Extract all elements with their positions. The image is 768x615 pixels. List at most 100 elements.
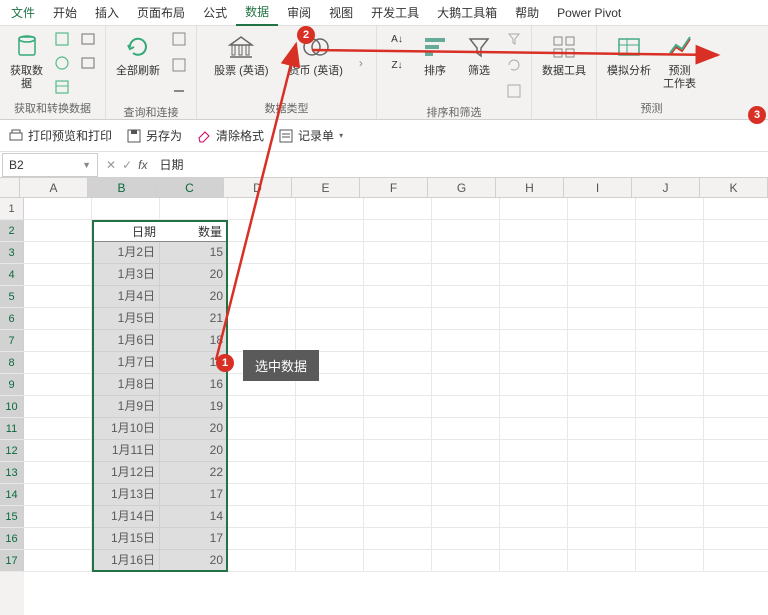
row-header[interactable]: 3	[0, 242, 24, 264]
cell[interactable]	[228, 550, 296, 572]
menu-插入[interactable]: 插入	[86, 0, 128, 25]
cell[interactable]	[364, 264, 432, 286]
col-header-B[interactable]: B	[88, 178, 156, 197]
cell[interactable]: 15	[160, 242, 228, 264]
cell[interactable]: 20	[160, 264, 228, 286]
get-data-button[interactable]: 获取数据	[6, 28, 47, 94]
cell[interactable]	[704, 484, 768, 506]
cell[interactable]	[432, 264, 500, 286]
cell[interactable]	[500, 418, 568, 440]
cell[interactable]	[432, 484, 500, 506]
cell[interactable]	[296, 286, 364, 308]
cell[interactable]: 1月6日	[92, 330, 160, 352]
cell[interactable]	[704, 264, 768, 286]
cell[interactable]	[568, 330, 636, 352]
cell[interactable]	[24, 440, 92, 462]
cell[interactable]	[296, 308, 364, 330]
currency-button[interactable]: 货币 (英语)	[285, 28, 347, 81]
cell[interactable]	[636, 264, 704, 286]
cell[interactable]	[636, 506, 704, 528]
cell[interactable]	[432, 198, 500, 220]
cell[interactable]	[704, 396, 768, 418]
reapply-icon[interactable]	[503, 54, 525, 76]
cell[interactable]	[636, 286, 704, 308]
cell[interactable]	[704, 352, 768, 374]
cell[interactable]	[568, 396, 636, 418]
cell[interactable]	[636, 462, 704, 484]
row-header[interactable]: 16	[0, 528, 24, 550]
filter-button[interactable]: 筛选	[459, 28, 499, 81]
cell[interactable]: 20	[160, 286, 228, 308]
cell[interactable]	[500, 440, 568, 462]
advanced-icon[interactable]	[503, 80, 525, 102]
cell[interactable]	[24, 242, 92, 264]
clear-format-button[interactable]: 清除格式	[196, 127, 264, 144]
cell[interactable]	[296, 506, 364, 528]
cell[interactable]	[296, 462, 364, 484]
refresh-all-button[interactable]: 全部刷新	[112, 28, 164, 81]
cell[interactable]	[500, 264, 568, 286]
cell[interactable]	[296, 330, 364, 352]
cell[interactable]	[160, 198, 228, 220]
cell[interactable]	[364, 220, 432, 242]
cell[interactable]	[432, 352, 500, 374]
cell[interactable]	[24, 330, 92, 352]
menu-大鹅工具箱[interactable]: 大鹅工具箱	[428, 0, 506, 25]
cell[interactable]: 日期	[92, 220, 160, 242]
cell[interactable]	[432, 506, 500, 528]
col-header-K[interactable]: K	[700, 178, 768, 197]
row-header[interactable]: 12	[0, 440, 24, 462]
cell[interactable]	[92, 198, 160, 220]
cell[interactable]	[636, 418, 704, 440]
cell[interactable]	[228, 484, 296, 506]
cell[interactable]	[568, 440, 636, 462]
cell[interactable]: 1月4日	[92, 286, 160, 308]
cell[interactable]	[228, 528, 296, 550]
properties-icon[interactable]	[168, 54, 190, 76]
cell[interactable]	[228, 220, 296, 242]
col-header-I[interactable]: I	[564, 178, 632, 197]
menu-公式[interactable]: 公式	[194, 0, 236, 25]
cell[interactable]	[24, 462, 92, 484]
cell[interactable]	[704, 440, 768, 462]
cell[interactable]	[296, 220, 364, 242]
cell[interactable]	[568, 506, 636, 528]
cell[interactable]	[228, 242, 296, 264]
cell[interactable]: 19	[160, 396, 228, 418]
cell[interactable]	[568, 264, 636, 286]
edit-links-icon[interactable]	[168, 80, 190, 102]
cell[interactable]	[500, 396, 568, 418]
cell[interactable]	[24, 550, 92, 572]
cell[interactable]	[364, 286, 432, 308]
select-all-corner[interactable]	[0, 178, 20, 197]
cell[interactable]	[364, 352, 432, 374]
cell[interactable]	[364, 308, 432, 330]
cell[interactable]	[296, 484, 364, 506]
row-header[interactable]: 13	[0, 462, 24, 484]
cell[interactable]	[228, 418, 296, 440]
whatif-button[interactable]: 模拟分析	[603, 28, 655, 81]
cell[interactable]	[568, 198, 636, 220]
from-text-icon[interactable]	[51, 28, 73, 50]
menu-开发工具[interactable]: 开发工具	[362, 0, 428, 25]
stocks-button[interactable]: 股票 (英语)	[210, 28, 272, 81]
cell[interactable]	[704, 550, 768, 572]
from-web-icon[interactable]	[51, 52, 73, 74]
cell[interactable]	[24, 374, 92, 396]
cell[interactable]: 22	[160, 462, 228, 484]
cell[interactable]	[24, 352, 92, 374]
cell[interactable]	[296, 440, 364, 462]
formula-input[interactable]: 日期	[153, 156, 768, 173]
cell[interactable]	[364, 528, 432, 550]
cell[interactable]	[704, 462, 768, 484]
cells-area[interactable]: 日期 数量 日期数量1月2日151月3日201月4日201月5日211月6日18…	[24, 198, 768, 615]
cell[interactable]	[228, 330, 296, 352]
row-header[interactable]: 1	[0, 198, 24, 220]
cell[interactable]	[500, 352, 568, 374]
cell[interactable]: 20	[160, 550, 228, 572]
cell[interactable]	[296, 198, 364, 220]
cell[interactable]	[704, 220, 768, 242]
cell[interactable]	[24, 418, 92, 440]
cell[interactable]	[500, 528, 568, 550]
menu-视图[interactable]: 视图	[320, 0, 362, 25]
